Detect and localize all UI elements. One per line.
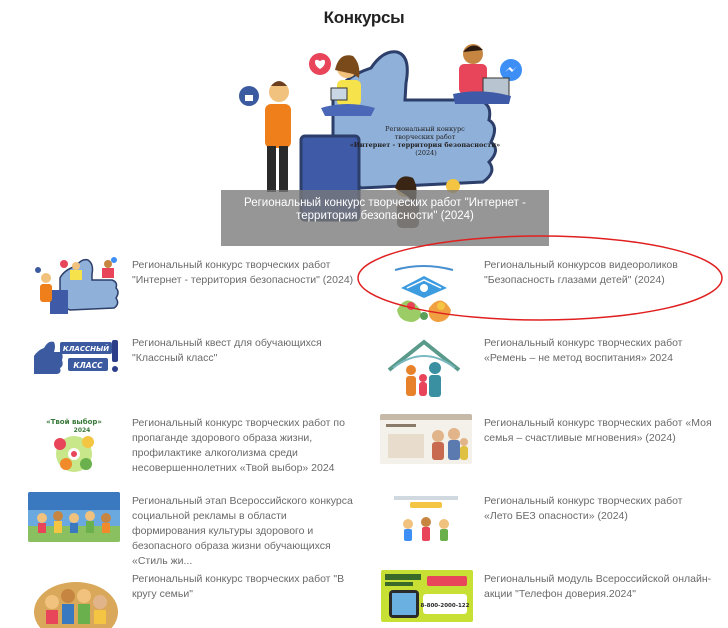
thumb-label: КЛАСС [73, 361, 103, 370]
class-class-thumb[interactable]: КЛАССНЫЙ КЛАСС [30, 336, 122, 376]
item-text[interactable]: Региональный квест для обучающихся "Клас… [132, 336, 358, 366]
thumb-label: КЛАССНЫЙ [63, 344, 109, 353]
thumb-label: 2024 [74, 427, 91, 434]
family-circle-thumb[interactable] [32, 572, 120, 628]
featured-caption[interactable]: Региональный конкурс творческих работ "И… [221, 190, 549, 246]
internet-safety-thumb[interactable] [30, 256, 122, 318]
item-text[interactable]: Региональный этап Всероссийского конкурс… [132, 494, 358, 569]
item-text[interactable]: Региональный конкурс творческих работ «Р… [484, 336, 714, 366]
trust-phone-thumb[interactable]: 8-800-2000-122 [381, 570, 473, 622]
item-text[interactable]: Региональный конкурс творческих работ "И… [132, 258, 358, 288]
page-title: Конкурсы [323, 8, 405, 27]
safety-eyes-thumb[interactable] [383, 262, 465, 328]
item-text[interactable]: Региональный конкурс творческих работ «Л… [484, 494, 714, 524]
my-family-thumb[interactable] [380, 414, 472, 464]
thumb-label: 8-800-2000-122 [421, 603, 470, 609]
summer-thumb[interactable] [386, 490, 466, 544]
belt-family-thumb[interactable] [383, 336, 465, 400]
lifestyle-thumb[interactable] [28, 492, 120, 542]
item-text[interactable]: Региональный конкурс творческих работ «М… [484, 416, 714, 446]
item-text[interactable]: Региональный конкурсов видеороликов "Без… [484, 258, 714, 288]
thumb-label: «Твой выбор» [46, 418, 102, 426]
your-choice-thumb[interactable]: «Твой выбор» 2024 [44, 414, 104, 478]
featured-banner[interactable]: Региональный конкурс творческих работ «И… [221, 38, 549, 246]
item-text[interactable]: Региональный конкурс творческих работ по… [132, 416, 358, 476]
item-text[interactable]: Региональный модуль Всероссийской онлайн… [484, 572, 714, 602]
item-text[interactable]: Региональный конкурс творческих работ "В… [132, 572, 358, 602]
